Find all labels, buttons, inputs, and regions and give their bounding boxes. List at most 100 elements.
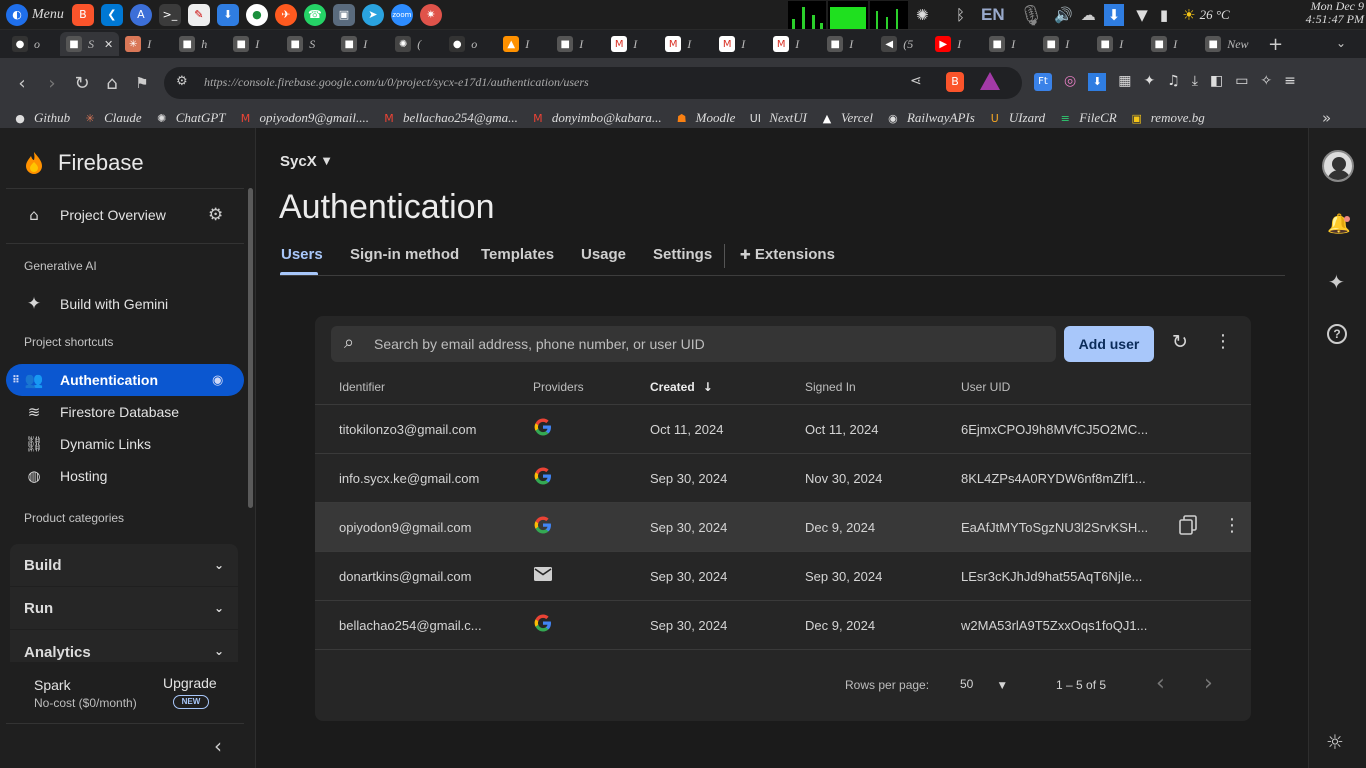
settings-gear-icon[interactable]: ⚙ — [208, 205, 223, 225]
back-button[interactable]: ‹ — [10, 71, 34, 95]
tab-search-icon[interactable]: ⌄ — [1336, 36, 1346, 50]
browser-tab[interactable]: ■ S — [281, 32, 335, 56]
table-row[interactable]: titokilonzo3@gmail.com Oct 11, 2024 Oct 11… — [315, 404, 1251, 453]
sidebar-item-build-with-gemini[interactable]: ✦ Build with Gemini — [6, 288, 244, 320]
category-analytics[interactable]: Analytics ⌄ — [10, 630, 238, 662]
sidebar-item-hosting[interactable]: ◍ Hosting — [6, 460, 244, 492]
share-icon[interactable]: ⋖ — [910, 73, 922, 89]
browser-tab[interactable]: ✳ I — [119, 32, 173, 56]
bookmark-item[interactable]: Mdonyimbo@kabara... — [530, 110, 662, 126]
bluetooth-icon[interactable]: ᛒ — [956, 6, 965, 24]
whatsapp-icon[interactable]: ☎ — [303, 3, 326, 26]
drag-handle-icon[interactable]: ⠿ — [12, 375, 20, 386]
bookmark-item[interactable]: ☗ Moodle — [674, 110, 736, 126]
tab-sign-in-method[interactable]: Sign-in method — [350, 246, 459, 263]
os-menu-label[interactable]: Menu — [32, 7, 64, 23]
bookmark-item[interactable]: UI NextUI — [747, 110, 807, 126]
add-user-button[interactable]: Add user — [1064, 326, 1154, 362]
close-tab-icon[interactable]: ✕ — [104, 38, 113, 51]
collapse-sidebar-icon[interactable]: ‹ — [214, 734, 222, 758]
bookmark-item[interactable]: Mopiyodon9@gmail.... — [238, 110, 369, 126]
extension-color-icon[interactable]: ◎ — [1064, 73, 1076, 91]
eye-icon[interactable]: ◉ — [212, 373, 223, 388]
gemini-sparkle-icon[interactable]: ✦ — [1328, 270, 1345, 294]
bookmark-item[interactable]: ● Github — [12, 110, 70, 126]
home-button[interactable]: ⌂ — [100, 71, 124, 95]
bookmark-item[interactable]: U UIzard — [987, 110, 1045, 126]
browser-tab[interactable]: ▲ I — [497, 32, 551, 56]
tab-extensions[interactable]: ✚ Extensions — [740, 246, 835, 263]
bookmark-item[interactable]: ≡ FileCR — [1057, 110, 1117, 126]
category-run[interactable]: Run ⌄ — [10, 587, 238, 629]
forward-button[interactable]: › — [40, 71, 64, 95]
bookmarks-overflow-icon[interactable]: » — [1322, 109, 1331, 127]
tab-settings[interactable]: Settings — [653, 246, 712, 263]
browser-tab[interactable]: ■ I — [551, 32, 605, 56]
browser-tab[interactable]: ■ I — [1145, 32, 1199, 56]
android-studio-icon[interactable]: A — [129, 3, 152, 26]
tab-usage[interactable]: Usage — [581, 246, 626, 263]
browser-tab[interactable]: ● o — [6, 32, 60, 56]
column-user-uid[interactable]: User UID — [961, 380, 1010, 394]
address-bar[interactable]: ⚙ https://console.firebase.google.com/u/… — [164, 67, 1022, 99]
microphone-icon[interactable]: 🎙 — [1019, 3, 1044, 27]
leo-ai-icon[interactable]: ✧ — [1260, 73, 1272, 91]
rows-per-page-select[interactable]: 50 ▼ — [960, 677, 1006, 691]
firebase-logo[interactable]: Firebase — [24, 150, 144, 176]
cloud-icon[interactable]: ☁ — [1081, 6, 1096, 24]
telegram-icon[interactable]: ➤ — [361, 3, 384, 26]
theme-toggle-icon[interactable]: ☼ — [1326, 730, 1344, 754]
bookmark-item[interactable]: ✺ ChatGPT — [154, 110, 225, 126]
category-build[interactable]: Build ⌄ — [10, 544, 238, 586]
search-input[interactable]: ⌕ Search by email address, phone number,… — [331, 326, 1056, 362]
browser-tab[interactable]: MI — [713, 32, 767, 56]
bookmark-button[interactable]: ⚑ — [130, 71, 154, 95]
browser-tab[interactable]: ■ I — [1091, 32, 1145, 56]
postman-icon[interactable]: ✈ — [274, 3, 297, 26]
site-info-icon[interactable]: ⚙ — [176, 74, 188, 89]
mongodb-icon[interactable]: ● — [245, 3, 268, 26]
row-more-options-icon[interactable]: ⋮ — [1223, 515, 1241, 536]
wallet-icon[interactable]: ▭ — [1235, 73, 1248, 91]
downloads-icon[interactable]: ⤓ — [1192, 73, 1198, 91]
next-page-button[interactable]: › — [1204, 671, 1213, 696]
sort-arrow-down-icon[interactable]: ↓ — [703, 380, 713, 394]
browser-menu-icon[interactable]: ≡ — [1284, 73, 1296, 91]
wifi-icon[interactable]: ▼ — [1136, 6, 1148, 24]
extension-ft-icon[interactable]: Ft — [1034, 73, 1052, 91]
bookmark-item[interactable]: ✳ Claude — [82, 110, 142, 126]
download-tray-icon[interactable]: ⬇ — [1103, 4, 1125, 26]
avatar[interactable] — [1322, 150, 1354, 182]
sidebar-scrollbar[interactable] — [248, 188, 253, 508]
sidebar-item-firestore[interactable]: ≋ Firestore Database — [6, 396, 244, 428]
browser-tab[interactable]: MI — [767, 32, 821, 56]
sidebar-toggle-icon[interactable]: ◧ — [1210, 73, 1223, 91]
browser-tab[interactable]: ■ I — [227, 32, 281, 56]
column-signed-in[interactable]: Signed In — [805, 380, 856, 394]
column-identifier[interactable]: Identifier — [339, 380, 385, 394]
screenshot-icon[interactable]: ▣ — [332, 3, 355, 26]
pinwheel-icon[interactable]: ✷ — [419, 3, 442, 26]
new-tab-button[interactable]: + — [1268, 34, 1283, 55]
battery-icon[interactable]: ▮ — [1160, 6, 1168, 24]
browser-tab[interactable]: ■ I — [335, 32, 389, 56]
browser-tab[interactable]: ■ New — [1199, 32, 1254, 56]
browser-tab[interactable]: ✺( — [389, 32, 443, 56]
editor-icon[interactable]: ✎ — [187, 3, 210, 26]
brave-shields-icon[interactable]: B — [946, 72, 964, 92]
browser-tab[interactable]: ▶ I — [929, 32, 983, 56]
terminal-icon[interactable]: >_ — [158, 3, 181, 26]
vscode-icon[interactable]: ❮ — [100, 3, 123, 26]
table-row[interactable]: info.sycx.ke@gmail.com Sep 30, 2024 Nov 30… — [315, 453, 1251, 502]
browser-tab[interactable]: ■ I — [1037, 32, 1091, 56]
keyboard-layout[interactable]: EN — [981, 5, 1005, 25]
browser-tab[interactable]: MI — [605, 32, 659, 56]
browser-tab[interactable]: ■ h — [173, 32, 227, 56]
browser-tab[interactable]: ● o — [443, 32, 497, 56]
bookmark-item[interactable]: ▲ Vercel — [819, 110, 873, 126]
reload-button[interactable]: ↻ — [70, 71, 94, 95]
os-menu-icon[interactable]: ◐ — [6, 3, 28, 26]
extension-download-icon[interactable]: ⬇ — [1088, 73, 1107, 91]
upgrade-button[interactable]: Upgrade — [163, 675, 217, 691]
download-manager-icon[interactable]: ⬇ — [216, 3, 239, 26]
